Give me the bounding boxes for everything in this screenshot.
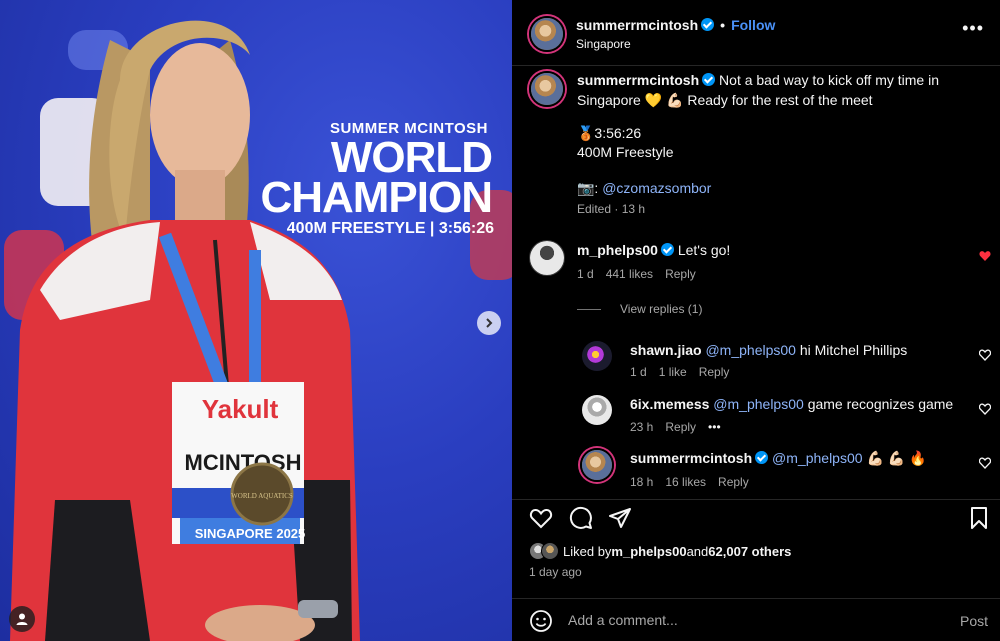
photo-credit-prefix: 📷:	[577, 180, 603, 196]
reply-meta: 23 h Reply •••	[630, 420, 733, 434]
caption-time: 🥉3:56:26	[577, 125, 642, 141]
likes-summary: Liked by m_phelps00 and 62,007 others	[529, 542, 791, 560]
reply-username[interactable]: 6ix.memess	[630, 396, 709, 412]
reply-age: 23 h	[630, 420, 654, 434]
likes-others[interactable]: 62,007 others	[708, 544, 791, 559]
athlete-illustration: Yakult MCINTOSH SINGAPORE 2025 WORLD AQU…	[10, 20, 360, 641]
comment-meta: 1 d 441 likes Reply	[577, 267, 708, 281]
reply-mention[interactable]: @m_phelps00	[713, 396, 804, 412]
reply-button[interactable]: Reply	[665, 267, 696, 281]
reply: shawn.jiao @m_phelps00 hi Mitchel Philli…	[630, 340, 907, 360]
caption-line1: Not a bad way to kick off my time in	[719, 72, 939, 88]
reply-mention[interactable]: @m_phelps00	[705, 342, 796, 358]
reply-mention[interactable]: @m_phelps00	[772, 450, 863, 466]
verified-badge-icon	[755, 451, 769, 464]
photo-credit-link[interactable]: @czomazsombor	[602, 180, 711, 196]
caption: summerrmcintosh Not a bad way to kick of…	[577, 70, 977, 110]
avatar[interactable]	[529, 240, 565, 276]
comment-bubble-icon[interactable]	[569, 506, 593, 530]
verified-badge-icon	[701, 18, 715, 31]
comment: m_phelps00 Let's go!	[577, 240, 730, 260]
bib-sponsor: Yakult	[202, 394, 279, 424]
like-heart-icon[interactable]	[529, 506, 553, 530]
reply: 6ix.memess @m_phelps00 game recognizes g…	[630, 394, 953, 414]
comment-age: 1 d	[577, 267, 594, 281]
more-options-icon[interactable]: •••	[962, 19, 984, 37]
post-header: summerrmcintosh • Follow Singapore •••	[512, 0, 1000, 66]
follow-button[interactable]: Follow	[731, 17, 775, 33]
heart-icon[interactable]	[979, 457, 991, 469]
reply-likes[interactable]: 16 likes	[665, 475, 706, 489]
reply-text: game recognizes game	[807, 396, 954, 412]
chevron-right-icon	[486, 318, 493, 328]
likes-user[interactable]: m_phelps00	[611, 544, 686, 559]
reply-likes[interactable]: 1 like	[659, 365, 687, 379]
caption-line2: Singapore 💛 💪🏻 Ready for the rest of the…	[577, 92, 873, 108]
avatar[interactable]	[580, 393, 614, 427]
user-icon	[16, 613, 28, 625]
reply-button[interactable]: Reply	[665, 420, 696, 434]
likes-prefix: Liked by	[563, 543, 612, 559]
reply: summerrmcintosh @m_phelps00 💪🏻 💪🏻 🔥	[630, 448, 927, 468]
reply-username[interactable]: shawn.jiao	[630, 342, 702, 358]
header-username[interactable]: summerrmcintosh	[576, 17, 698, 33]
reply-text: 💪🏻 💪🏻 🔥	[866, 450, 927, 466]
reply-meta: 1 d 1 like Reply	[630, 365, 741, 379]
post-comment-button[interactable]: Post	[960, 613, 988, 629]
avatar	[541, 542, 559, 560]
medal-text: WORLD AQUATICS	[231, 492, 293, 500]
reply-button[interactable]: Reply	[699, 365, 730, 379]
liked-heart-icon[interactable]	[979, 250, 991, 262]
separator: •	[720, 17, 726, 33]
reply-more-options-icon[interactable]: •••	[708, 420, 721, 434]
divider-line	[577, 309, 601, 310]
comment-likes[interactable]: 441 likes	[606, 267, 653, 281]
caption-edited: Edited · 13 h	[577, 202, 646, 216]
share-send-icon[interactable]	[608, 506, 632, 530]
instagram-post-modal: Yakult MCINTOSH SINGAPORE 2025 WORLD AQU…	[0, 0, 1000, 641]
reply-username[interactable]: summerrmcintosh	[630, 450, 752, 466]
likes-middle: and	[686, 543, 709, 559]
view-replies-button[interactable]: View replies (1)	[620, 302, 702, 316]
post-timestamp[interactable]: 1 day ago	[529, 565, 582, 579]
post-photo[interactable]: Yakult MCINTOSH SINGAPORE 2025 WORLD AQU…	[0, 0, 512, 641]
comments-list[interactable]: summerrmcintosh Not a bad way to kick of…	[512, 67, 1000, 497]
reply-meta: 18 h 16 likes Reply	[630, 475, 761, 489]
save-bookmark-icon[interactable]	[967, 506, 991, 530]
post-actions-bar	[512, 499, 1000, 539]
overlay-event: 400M FREESTYLE | 3:56:26	[286, 220, 494, 237]
heart-icon[interactable]	[979, 349, 991, 361]
avatar[interactable]	[580, 448, 614, 482]
tagged-users-button[interactable]	[9, 606, 35, 632]
avatar[interactable]	[580, 339, 614, 373]
comment-text: Let's go!	[677, 242, 731, 258]
reply-button[interactable]: Reply	[718, 475, 749, 489]
reply-age: 18 h	[630, 475, 654, 489]
reply-text: hi Mitchel Phillips	[799, 342, 908, 358]
bib-location: SINGAPORE 2025	[195, 526, 306, 541]
post-location[interactable]: Singapore	[576, 37, 631, 51]
next-photo-button[interactable]	[477, 311, 501, 335]
emoji-icon[interactable]	[529, 609, 553, 633]
caption-username[interactable]: summerrmcintosh	[577, 72, 699, 88]
add-comment-bar: Post	[512, 598, 1000, 641]
avatar[interactable]	[529, 16, 565, 52]
heart-icon[interactable]	[979, 403, 991, 415]
avatar[interactable]	[529, 71, 565, 107]
comment-username[interactable]: m_phelps00	[577, 242, 658, 258]
post-side-panel: summerrmcintosh • Follow Singapore ••• sum…	[512, 0, 1000, 641]
overlay-title-champion: CHAMPION	[260, 173, 493, 222]
reply-age: 1 d	[630, 365, 647, 379]
verified-badge-icon	[702, 73, 716, 86]
verified-badge-icon	[660, 243, 674, 256]
caption-event: 400M Freestyle	[577, 144, 674, 160]
comment-input[interactable]	[568, 607, 928, 633]
